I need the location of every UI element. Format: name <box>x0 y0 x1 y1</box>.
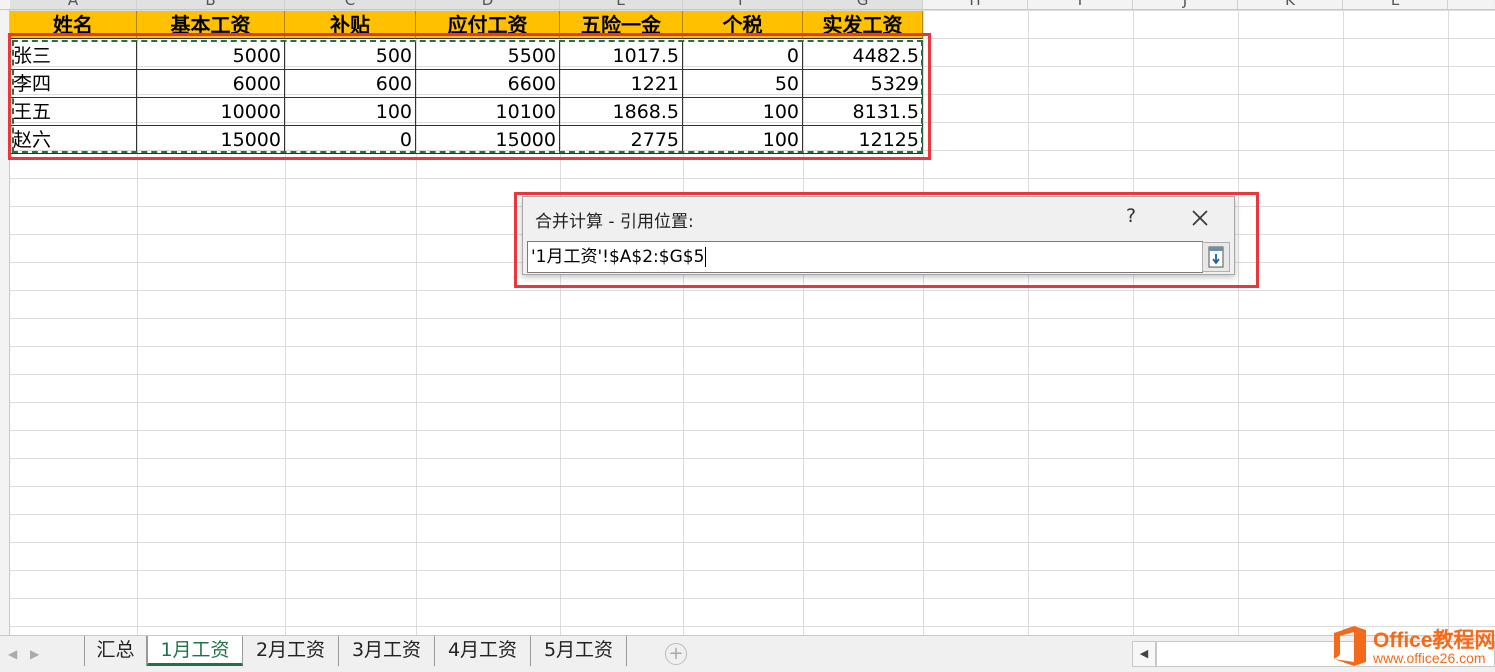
table-cell[interactable]: 5000 <box>137 42 285 70</box>
sheet-tab-summary[interactable]: 汇总 <box>84 636 147 666</box>
table-cell[interactable]: 8131.5 <box>803 98 923 126</box>
column-header-j[interactable]: J <box>1133 0 1238 9</box>
table-cell[interactable]: 0 <box>683 42 803 70</box>
close-button[interactable] <box>1187 205 1213 231</box>
header-cell-base-salary[interactable]: 基本工资 <box>137 11 285 39</box>
gridline <box>923 10 924 635</box>
table-cell[interactable]: 5500 <box>416 42 560 70</box>
row-header-strip[interactable] <box>0 10 10 635</box>
reference-input[interactable]: '1月工资'!$A$2:$G$5 <box>527 241 1203 273</box>
table-cell[interactable]: 1221 <box>560 70 683 98</box>
table-cell[interactable]: 王五 <box>10 98 137 126</box>
dialog-title: 合并计算 - 引用位置: <box>535 212 694 232</box>
column-header-m[interactable]: M <box>1448 0 1495 9</box>
header-cell-insurance[interactable]: 五险一金 <box>560 11 683 39</box>
expand-dialog-button[interactable] <box>1202 242 1230 272</box>
sheet-tab-april[interactable]: 4月工资 <box>435 636 531 666</box>
column-header-l[interactable]: L <box>1343 0 1448 9</box>
table-cell[interactable]: 100 <box>285 98 416 126</box>
consolidate-reference-dialog: 合并计算 - 引用位置: ? '1月工资'!$A$2:$G$5 <box>522 196 1235 275</box>
table-cell[interactable]: 50 <box>683 70 803 98</box>
column-header-d[interactable]: D <box>416 0 560 9</box>
header-cell-net-pay[interactable]: 实发工资 <box>803 11 923 39</box>
gridline <box>1238 10 1239 635</box>
table-cell[interactable]: 15000 <box>137 126 285 154</box>
column-header-h[interactable]: H <box>923 0 1028 9</box>
column-header-c[interactable]: C <box>285 0 416 9</box>
table-cell[interactable]: 100 <box>683 98 803 126</box>
sheet-tab-may[interactable]: 5月工资 <box>531 636 627 666</box>
scroll-left-button[interactable]: ◀ <box>1132 641 1156 667</box>
table-cell[interactable]: 100 <box>683 126 803 154</box>
table-cell[interactable]: 4482.5 <box>803 42 923 70</box>
table-cell[interactable]: 1017.5 <box>560 42 683 70</box>
office-logo-icon <box>1334 626 1366 666</box>
table-cell[interactable]: 2775 <box>560 126 683 154</box>
column-header-g[interactable]: G <box>803 0 923 9</box>
table-cell[interactable]: 1868.5 <box>560 98 683 126</box>
gridline <box>1133 10 1134 635</box>
column-header-a[interactable]: A <box>10 0 137 9</box>
text-caret <box>705 247 707 267</box>
header-cell-allowance[interactable]: 补贴 <box>285 11 416 39</box>
table-cell[interactable]: 6600 <box>416 70 560 98</box>
table-cell[interactable]: 张三 <box>10 42 137 70</box>
column-header-k[interactable]: K <box>1238 0 1343 9</box>
table-cell[interactable]: 赵六 <box>10 126 137 154</box>
expand-dialog-icon <box>1208 246 1224 268</box>
watermark-url: www.office26.com <box>1373 650 1486 666</box>
table-cell[interactable]: 10100 <box>416 98 560 126</box>
table-cell[interactable]: 15000 <box>416 126 560 154</box>
column-header-strip: A B C D E F G H I J K L M <box>0 0 1495 10</box>
gridline <box>1448 10 1449 635</box>
column-header-f[interactable]: F <box>683 0 803 9</box>
gridline <box>1028 10 1029 635</box>
gridline <box>1343 10 1344 635</box>
table-cell[interactable]: 500 <box>285 42 416 70</box>
sheet-tab-january[interactable]: 1月工资 <box>147 636 243 666</box>
column-header-e[interactable]: E <box>560 0 683 9</box>
table-cell[interactable]: 10000 <box>137 98 285 126</box>
table-cell[interactable]: 12125 <box>803 126 923 154</box>
add-sheet-button[interactable]: + <box>665 643 687 665</box>
close-icon <box>1192 210 1208 226</box>
column-header-i[interactable]: I <box>1028 0 1133 9</box>
reference-value: '1月工资'!$A$2:$G$5 <box>531 247 705 267</box>
sheet-tab-february[interactable]: 2月工资 <box>243 636 339 666</box>
table-cell[interactable]: 6000 <box>137 70 285 98</box>
header-cell-name[interactable]: 姓名 <box>10 11 137 39</box>
header-cell-payable[interactable]: 应付工资 <box>416 11 560 39</box>
scroll-tabs-right-icon[interactable]: ▶ <box>30 647 42 661</box>
help-button[interactable]: ? <box>1121 205 1141 229</box>
table-cell[interactable]: 600 <box>285 70 416 98</box>
sheet-tab-bar: ◀ ▶ 汇总 1月工资 2月工资 3月工资 4月工资 5月工资 + ◀ <box>0 635 1495 672</box>
table-cell[interactable]: 李四 <box>10 70 137 98</box>
sheet-tab-march[interactable]: 3月工资 <box>339 636 435 666</box>
table-cell[interactable]: 5329 <box>803 70 923 98</box>
column-header-b[interactable]: B <box>137 0 285 9</box>
office26-watermark: Office教程网 www.office26.com <box>1330 622 1495 670</box>
table-cell[interactable]: 0 <box>285 126 416 154</box>
header-cell-tax[interactable]: 个税 <box>683 11 803 39</box>
scroll-tabs-left-icon[interactable]: ◀ <box>8 647 20 661</box>
